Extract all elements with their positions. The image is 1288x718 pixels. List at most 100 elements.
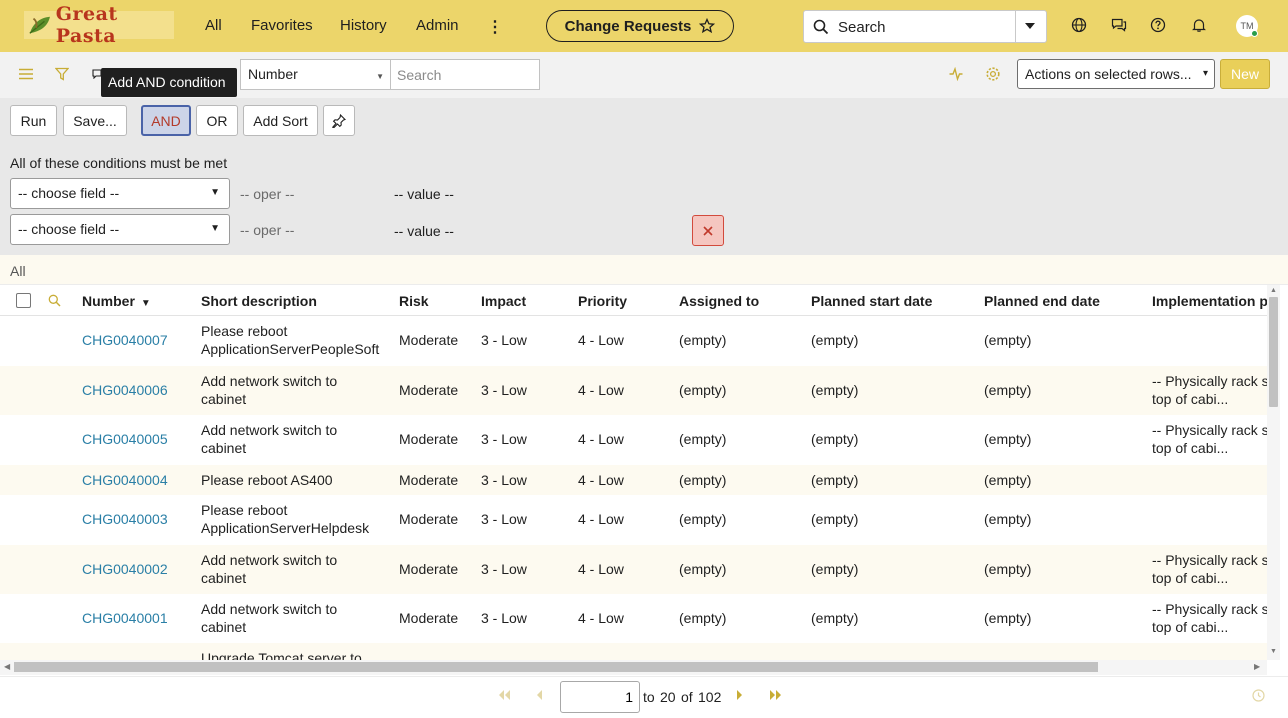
help-icon[interactable] [1150,17,1166,33]
logo-text: Great Pasta [55,3,118,47]
row-impact: 3 - Low [481,610,527,626]
choose-field-value: -- choose field -- [18,221,120,237]
scroll-right-arrow[interactable]: ▶ [1254,662,1260,671]
scroll-up-arrow[interactable]: ▲ [1270,287,1277,294]
row-number-link[interactable]: CHG0040004 [82,471,168,489]
row-short-description: Add network switch to cabinet [201,601,338,635]
delete-condition-button[interactable] [692,215,724,246]
filter-icon[interactable] [55,67,69,81]
globe-icon[interactable] [1071,17,1087,33]
save-button[interactable]: Save... [63,105,127,136]
row-priority: 4 - Low [578,561,624,577]
row-assigned-to: (empty) [679,610,727,626]
chat-icon[interactable] [1111,17,1127,33]
nav-favorites[interactable]: Favorites [251,17,313,34]
global-search-input[interactable]: Search [838,19,886,36]
row-priority: 4 - Low [578,472,624,488]
row-number-link[interactable]: CHG0040007 [82,331,168,349]
search-scope-dropdown-icon[interactable] [1024,22,1036,31]
sort-descending-icon: ▼ [140,298,151,309]
row-risk: Moderate [399,431,459,447]
value-placeholder-1[interactable]: -- value -- [394,186,454,202]
row-assigned-to: (empty) [679,382,727,398]
company-logo[interactable]: Great Pasta [24,3,174,47]
chevron-down-icon: ▼ [376,72,384,81]
table-row: CHG0040002 Add network switch to cabinet… [0,545,1267,594]
operator-placeholder-1[interactable]: -- oper -- [240,186,294,202]
page-number-input[interactable] [560,681,640,713]
column-header-assigned-to[interactable]: Assigned to [679,293,759,309]
column-header-planned-end-date[interactable]: Planned end date [984,293,1100,309]
column-search-icon[interactable] [48,294,61,307]
horizontal-scrollbar[interactable]: ◀ ▶ [0,660,1267,675]
row-number-link[interactable]: CHG0040002 [82,560,168,578]
row-impact: 3 - Low [481,561,527,577]
row-impact: 3 - Low [481,382,527,398]
search-field-select[interactable]: Number ▼ [240,59,391,90]
bell-icon[interactable] [1191,17,1207,33]
row-number-link[interactable]: CHG0040001 [82,609,168,627]
global-search[interactable]: Search [803,10,1047,43]
gear-icon[interactable] [985,66,1001,82]
row-number-link[interactable]: CHG0040006 [82,381,168,399]
scroll-down-arrow[interactable]: ▼ [1270,648,1277,655]
row-short-description: Upgrade Tomcat server to [201,650,362,660]
row-risk: Moderate [399,332,459,348]
nav-admin[interactable]: Admin [416,17,459,34]
scroll-left-arrow[interactable]: ◀ [4,662,10,671]
choose-field-select-2[interactable]: -- choose field -- ▼ [10,214,230,245]
chevron-down-icon: ▼ [210,187,220,198]
horizontal-scroll-thumb[interactable] [14,662,1098,672]
run-button[interactable]: Run [10,105,57,136]
previous-page-icon[interactable] [535,689,543,701]
row-short-description: Add network switch to cabinet [201,373,338,407]
activity-icon[interactable] [949,67,963,81]
row-planned-end: (empty) [984,382,1032,398]
pin-button[interactable] [323,105,355,136]
operator-placeholder-2[interactable]: -- oper -- [240,222,294,238]
actions-select-value: Actions on selected rows... [1025,66,1192,82]
row-risk: Moderate [399,511,459,527]
actions-on-selected-rows-select[interactable]: Actions on selected rows... ▾ [1017,59,1215,89]
list-search-input[interactable]: Search [390,59,540,90]
star-icon[interactable] [699,18,716,34]
row-priority: 4 - Low [578,332,624,348]
pagination-total: 102 [698,689,722,705]
column-header-planned-start-date[interactable]: Planned start date [811,293,932,309]
next-page-icon[interactable] [736,689,744,701]
row-number-link[interactable]: CHG0040005 [82,430,168,448]
first-page-icon[interactable] [497,689,511,701]
select-all-checkbox[interactable] [16,293,31,308]
nav-all[interactable]: All [205,17,222,34]
column-header-implementation-plan[interactable]: Implementation p [1152,293,1267,309]
context-title-button[interactable]: Change Requests [546,10,734,42]
choose-field-select-1[interactable]: -- choose field -- ▼ [10,178,230,209]
column-header-impact[interactable]: Impact [481,293,526,309]
search-field-value: Number [248,66,298,82]
and-condition-tooltip: Add AND condition [101,68,237,97]
column-header-risk[interactable]: Risk [399,293,429,309]
clock-icon[interactable] [1252,689,1265,702]
table-row: CHG0040001 Add network switch to cabinet… [0,594,1267,643]
condition-heading: All of these conditions must be met [10,155,228,171]
vertical-scroll-thumb[interactable] [1269,297,1278,407]
column-header-priority[interactable]: Priority [578,293,627,309]
row-number-link[interactable]: CHG0040003 [82,510,168,528]
last-page-icon[interactable] [769,689,783,701]
and-button[interactable]: AND [141,105,191,136]
new-button[interactable]: New [1220,59,1270,89]
pin-icon [332,113,346,128]
hamburger-menu-icon[interactable] [19,68,33,80]
vertical-scrollbar[interactable]: ▲ ▼ [1267,285,1280,660]
or-button[interactable]: OR [196,105,238,136]
column-header-number[interactable]: Number ▼ [82,293,151,309]
nav-history[interactable]: History [340,17,387,34]
row-priority: 4 - Low [578,610,624,626]
column-header-short-description[interactable]: Short description [201,293,317,309]
row-assigned-to: (empty) [679,431,727,447]
add-sort-button[interactable]: Add Sort [243,105,318,136]
more-menu-icon[interactable]: ⋮ [487,17,503,37]
breadcrumb-all[interactable]: All [10,263,26,279]
value-placeholder-2[interactable]: -- value -- [394,223,454,239]
table-row: Upgrade Tomcat server to [0,643,1267,660]
